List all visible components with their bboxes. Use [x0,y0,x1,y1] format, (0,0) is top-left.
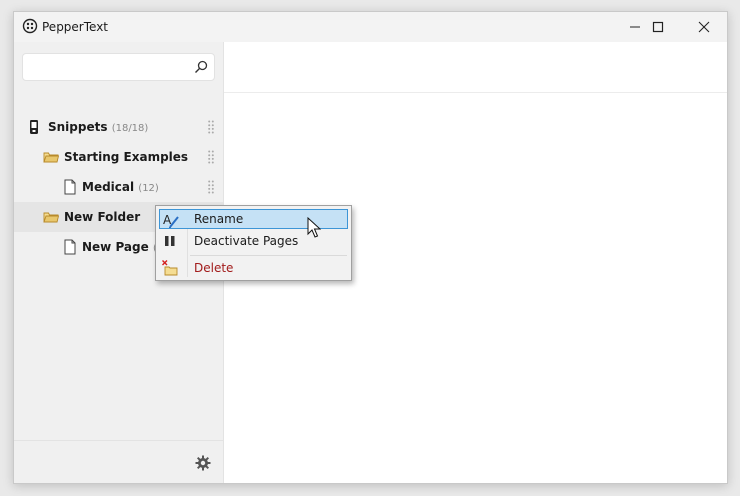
menu-separator [190,255,347,256]
tree-item-label: Starting Examples [64,150,189,164]
drag-handle-icon[interactable] [208,120,214,134]
window-title: PepperText [42,20,109,34]
rename-icon: A [163,213,179,228]
tree-item-starting-examples[interactable]: Starting Examples [14,142,223,172]
title-bar[interactable]: PepperText [14,12,727,42]
folder-icon [43,152,59,163]
gear-icon[interactable] [195,455,211,471]
pepper-logo-icon [22,18,38,34]
tree-item-snippets[interactable]: Snippets (18/18) [14,112,223,142]
menu-item-label: Deactivate Pages [194,234,299,248]
drag-handle-icon[interactable] [208,180,214,194]
pause-icon [165,236,175,246]
tree-item-label: New Page [82,240,149,254]
maximize-button[interactable] [635,12,681,42]
search-icon[interactable] [194,60,208,74]
maximize-icon [652,21,664,33]
context-menu: A Rename Deactivate Pages Delete [155,205,352,281]
tree-item-count: (18/18) [111,123,149,134]
tree-item-label: New Folder [64,210,141,224]
menu-item-delete[interactable]: Delete [159,258,348,278]
tree-item-medical[interactable]: Medical (12) [14,172,223,202]
tree-item-count: (12) [138,183,159,194]
delete-folder-icon [162,260,178,276]
menu-item-label: Delete [194,261,234,275]
tree-item-label: Medical [82,180,135,194]
content-header [224,42,727,93]
close-icon [698,21,710,33]
menu-item-label: Rename [194,212,244,226]
mouse-cursor-icon [307,217,321,238]
search-box[interactable] [22,53,215,81]
tree-item-label: Snippets [48,120,108,134]
sidebar-footer-divider [14,440,223,441]
page-icon [64,179,76,195]
app-window: PepperText Snippets (18/18) Starting Exa… [13,11,728,484]
device-icon [30,120,38,134]
close-button[interactable] [681,12,727,42]
folder-icon [43,212,59,223]
page-icon [64,239,76,255]
drag-handle-icon[interactable] [208,150,214,164]
search-input[interactable] [29,58,193,78]
